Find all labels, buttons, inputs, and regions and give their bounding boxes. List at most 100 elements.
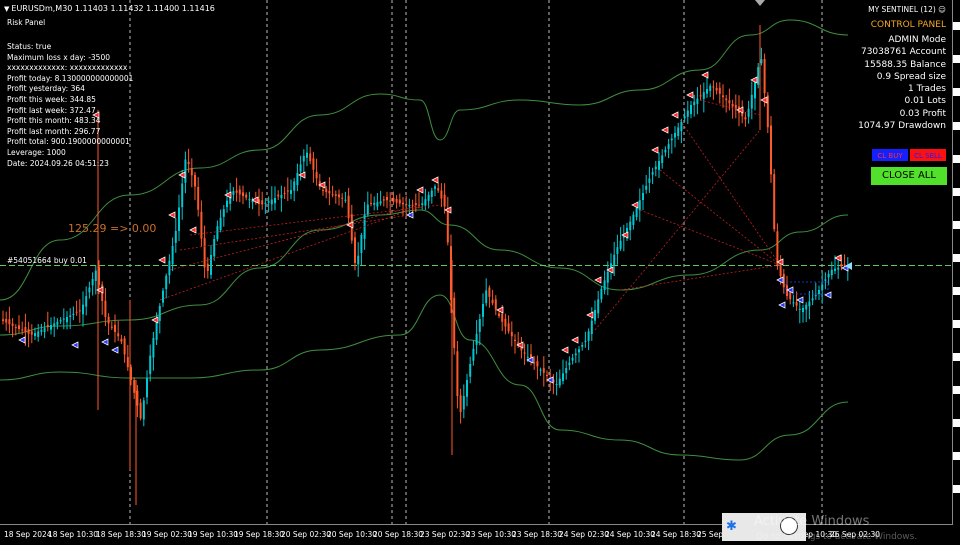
candle-body (200, 211, 203, 239)
candle-body (232, 191, 235, 195)
candle-body (795, 302, 798, 306)
candle-body (117, 333, 120, 337)
candle-body (120, 338, 123, 342)
time-axis-label: 23 Sep 02:30 (420, 530, 471, 539)
candle-body (408, 205, 411, 207)
candle-body (798, 308, 801, 310)
scroll-marker (755, 0, 765, 6)
sell-marker (651, 146, 659, 154)
price-axis-tick (953, 419, 960, 427)
candle-body (629, 221, 632, 231)
close-all-button[interactable]: CLOSE ALL (871, 167, 947, 185)
candle-body (56, 321, 59, 325)
candle-body (245, 194, 248, 198)
candle-body (386, 197, 388, 201)
candle-body (334, 194, 337, 196)
candle-body (235, 190, 238, 193)
candle-body (760, 59, 763, 64)
candle-body (453, 297, 456, 348)
control-panel-title: CONTROL PANEL (870, 20, 946, 30)
sell-marker (661, 126, 669, 134)
candle-body (242, 192, 244, 196)
candle-body (85, 296, 88, 307)
candle-body (53, 323, 56, 326)
candle-body (574, 353, 577, 356)
buy-marker (776, 276, 784, 284)
candle-body (674, 133, 676, 138)
expert-name[interactable]: MY SENTINEL (12) ☺ (868, 5, 946, 14)
candle-body (370, 203, 372, 205)
candle-body (616, 247, 619, 254)
sell-marker (760, 96, 768, 104)
close-buy-button[interactable]: CL BUY (871, 148, 909, 162)
candle-body (24, 327, 27, 333)
candle-body (834, 268, 836, 271)
trade-connector (659, 169, 781, 266)
candle-body (494, 299, 497, 310)
candle-body (437, 188, 440, 191)
candle-body (837, 267, 840, 270)
sell-marker (671, 111, 679, 119)
time-axis-label: 18 Sep 18:30 (96, 530, 147, 539)
risk-panel: Status: true Maximum loss x day: -3500 x… (7, 42, 133, 169)
candle-body (718, 87, 721, 94)
candle-body (5, 318, 8, 323)
candle-body (210, 255, 212, 275)
candle-body (197, 186, 200, 210)
candle-body (162, 290, 164, 303)
time-axis-label: 24 Sep 18:30 (651, 530, 702, 539)
candle-body (578, 349, 580, 353)
sell-marker (701, 71, 709, 79)
candle-body (523, 352, 526, 354)
candle-body (43, 328, 46, 332)
symbol-dropdown-icon[interactable]: ▼ (4, 5, 9, 13)
bluetooth-icon[interactable]: ✱ (726, 519, 740, 535)
candle-body (50, 325, 52, 330)
price-axis[interactable] (953, 0, 960, 525)
symbol-line: EURUSDm,M30 1.11403 1.11432 1.11400 1.11… (11, 4, 215, 13)
candle-body (712, 86, 715, 88)
candle-body (702, 92, 705, 99)
candle-body (354, 237, 356, 263)
price-axis-tick (953, 155, 960, 163)
candle-body (315, 171, 318, 179)
candle-body (331, 194, 334, 196)
expert-name-label: MY SENTINEL (12) (868, 5, 936, 14)
candle-body (824, 279, 827, 281)
candle-body (526, 356, 529, 358)
price-axis-tick (953, 320, 960, 328)
candle-body (261, 200, 264, 205)
candle-body (338, 194, 340, 198)
candle-body (168, 260, 171, 276)
candle-body (472, 348, 475, 361)
candle-body (546, 374, 548, 376)
candle-body (498, 313, 500, 316)
candle-body (645, 185, 648, 190)
candle-body (171, 245, 174, 265)
cp-row-lots: 0.01 Lots (904, 96, 946, 107)
candle-body (805, 304, 808, 310)
candle-body (789, 292, 792, 300)
candle-body (277, 194, 280, 197)
trade-connector (159, 209, 411, 301)
candle-body (322, 189, 324, 191)
candle-body (149, 355, 152, 375)
candle-body (411, 204, 414, 206)
close-sell-button[interactable]: CL SELL (909, 148, 947, 162)
candle-body (37, 331, 40, 337)
sell-marker (594, 276, 602, 284)
sell-marker (571, 336, 579, 344)
candle-body (571, 357, 574, 361)
candle-body (184, 159, 187, 183)
sell-marker (298, 171, 306, 179)
candle-body (485, 290, 488, 304)
candle-body (14, 327, 17, 329)
candle-body (590, 320, 593, 335)
candle-body (773, 174, 776, 230)
candle-body (274, 198, 276, 204)
risk-line: Profit this month: 483.34 (7, 116, 101, 126)
candle-body (715, 87, 718, 91)
price-chart[interactable] (0, 0, 960, 545)
sell-marker (631, 201, 639, 209)
candle-body (536, 361, 539, 367)
